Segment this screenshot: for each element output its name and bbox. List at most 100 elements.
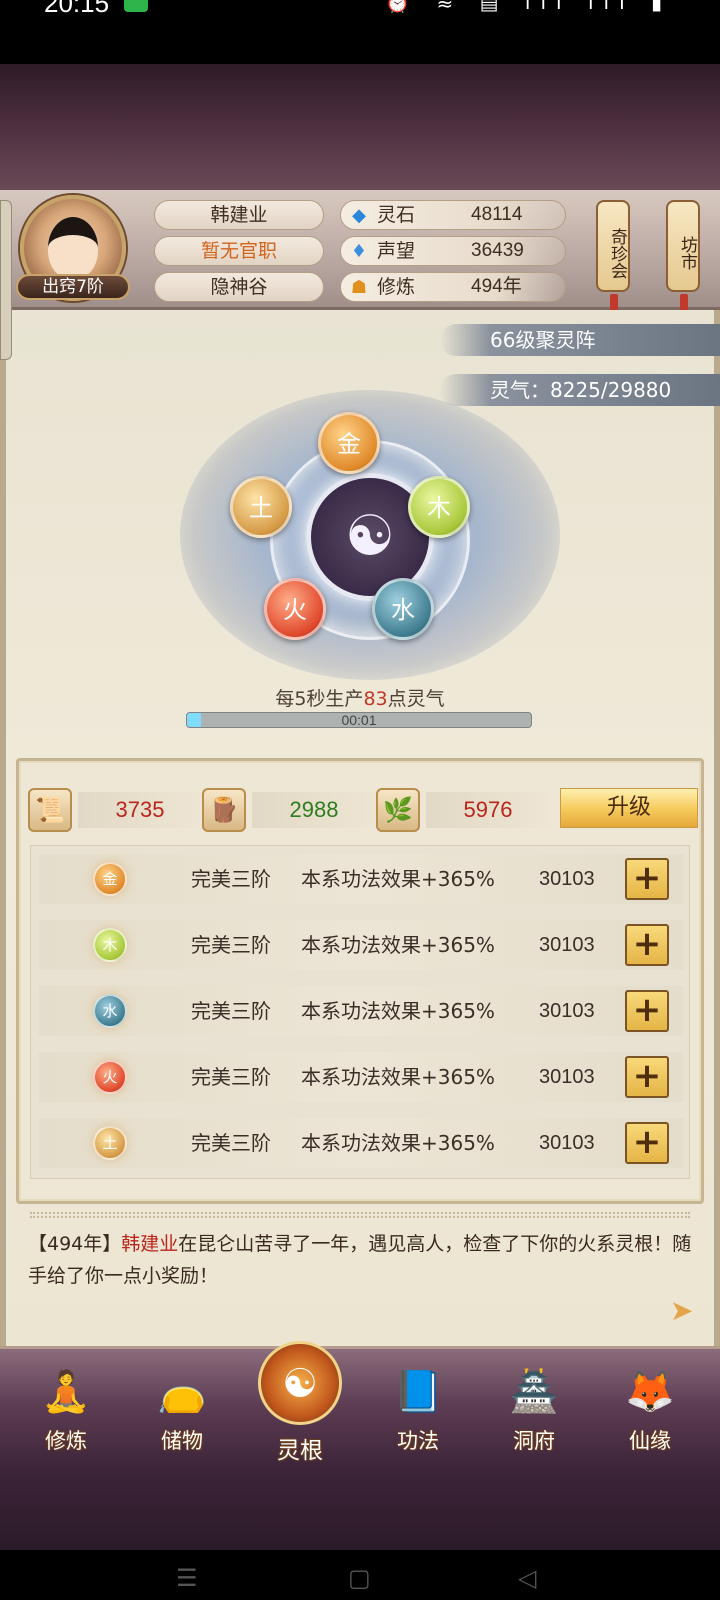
cultivation-icon: 🧘 [41,1369,91,1415]
home-icon[interactable]: ▢ [348,1564,371,1592]
nav-cave-dwelling[interactable]: 🏯 洞府 [486,1355,582,1467]
production-prefix: 每5秒生产 [275,688,364,710]
wood-element-icon: 木 [93,928,127,962]
resource-value: 494年 [471,276,522,297]
root-effect: 本系功法效果+365% [301,1131,495,1155]
official-title[interactable]: 暂无官职 [154,236,324,266]
spirit-stone-icon: ◆ [352,205,366,226]
storage-bag-icon: 👝 [157,1369,207,1415]
bottom-decor-band [0,1470,720,1550]
spirit-gathering-array[interactable]: ☯ 金 木 水 火 土 [120,380,620,690]
spirit-root-row-gold: 金 完美三阶 本系功法效果+365% 30103 + [39,854,683,904]
avatar-face [48,217,98,279]
spirit-root-list: 金 完美三阶 本系功法效果+365% 30103 + 木 完美三阶 本系功法效果… [30,845,690,1179]
spirit-root-row-wood: 木 完美三阶 本系功法效果+365% 30103 + [39,920,683,970]
add-water-root-button[interactable]: + [625,990,669,1032]
side-drawer-handle[interactable] [0,200,12,360]
treasure-auction-label: 奇珍会 [607,227,627,279]
root-level: 完美三阶 [191,999,271,1023]
earth-element-orb[interactable]: 土 [230,476,292,538]
earth-element-icon: 土 [93,1126,127,1160]
root-level: 完美三阶 [191,1131,271,1155]
resource-value: 48114 [471,204,523,225]
root-effect: 本系功法效果+365% [301,1065,495,1089]
meditation-icon: ☗ [350,277,368,298]
spirit-root-row-earth: 土 完美三阶 本系功法效果+365% 30103 + [39,1118,683,1168]
cave-dwelling-icon: 🏯 [509,1369,559,1415]
root-upgrade-cost: 30103 [539,1132,595,1154]
top-decor-band [0,64,720,192]
root-effect: 本系功法效果+365% [301,933,495,957]
wood-element-orb[interactable]: 木 [408,476,470,538]
add-wood-root-button[interactable]: + [625,924,669,966]
nav-fortune[interactable]: 🦊 仙缘 [602,1355,698,1467]
resource-label: 修炼 [377,276,416,298]
production-suffix: 点灵气 [387,688,445,710]
manual-book-icon: 📘 [393,1369,443,1415]
resource-spirit-stone: ◆ 灵石 48114 [340,200,566,230]
nav-label: 灵根 [277,1438,323,1464]
gold-element-icon: 金 [93,862,127,896]
nav-label: 洞府 [513,1429,555,1453]
reputation-icon: ♦ [350,241,368,262]
formation-level-banner: 66级聚灵阵 [440,324,720,356]
status-bar: 20:15 ⏰ ≋ ▤ ıll ıll ▮ [0,0,720,18]
player-name: 韩建业 [154,200,324,230]
event-log: 【494年】韩建业在昆仑山苦寻了一年，遇见高人，检查了下你的火系灵根！随手给了你… [28,1228,692,1292]
root-effect: 本系功法效果+365% [301,867,495,891]
fire-element-icon: 火 [93,1060,127,1094]
root-upgrade-cost: 30103 [539,1066,595,1088]
fortune-icon: 🦊 [625,1369,675,1415]
add-gold-root-button[interactable]: + [625,858,669,900]
market-button[interactable]: 坊市 [666,200,700,316]
resource-cultivation-years: ☗ 修炼 494年 [340,272,566,302]
log-player-name: 韩建业 [121,1233,179,1255]
material-count: 2988 [252,792,376,828]
nav-label: 修炼 [45,1429,87,1453]
water-element-icon: 水 [93,994,127,1028]
add-earth-root-button[interactable]: + [625,1122,669,1164]
nav-cultivation[interactable]: 🧘 修炼 [18,1355,114,1467]
log-year: 【494年】 [28,1233,122,1255]
sect-name: 隐神谷 [154,272,324,302]
production-rate-text: 每5秒生产83点灵气 [0,684,720,711]
wood-log-icon[interactable]: 🪵 [202,788,246,832]
upgrade-button[interactable]: 升级 [560,788,698,828]
resource-value: 36439 [471,240,524,261]
resource-reputation: ♦ 声望 36439 [340,236,566,266]
notification-app-icon [124,0,148,12]
nav-techniques[interactable]: 📘 功法 [370,1355,466,1467]
nav-spirit-root[interactable]: ☯ 灵根 [252,1341,348,1467]
player-header: 出窍7阶 韩建业 暂无官职 隐神谷 ◆ 灵石 48114 ♦ 声望 36439 … [0,190,720,316]
add-fire-root-button[interactable]: + [625,1056,669,1098]
spirit-root-row-water: 水 完美三阶 本系功法效果+365% 30103 + [39,986,683,1036]
next-arrow-icon[interactable]: ➤ [670,1296,700,1326]
root-level: 完美三阶 [191,933,271,957]
status-spacer [0,16,720,64]
treasure-auction-button[interactable]: 奇珍会 [596,200,630,316]
nav-label: 功法 [397,1429,439,1453]
resource-label: 灵石 [377,204,416,226]
herb-icon[interactable]: 🌿 [376,788,420,832]
material-count: 3735 [78,792,202,828]
root-effect: 本系功法效果+365% [301,999,495,1023]
fire-element-orb[interactable]: 火 [264,578,326,640]
scroll-icon[interactable]: 📜 [28,788,72,832]
bottom-navigation: 🧘 修炼 👝 储物 ☯ 灵根 📘 功法 🏯 洞府 🦊 仙缘 [0,1341,720,1470]
water-element-orb[interactable]: 水 [372,578,434,640]
system-navigation-bar: ☰ ▢ ◁ [0,1550,720,1600]
nav-label: 储物 [161,1429,203,1453]
production-timer: 00:01 [341,712,377,728]
market-label: 坊市 [677,236,697,270]
root-level: 完美三阶 [191,1065,271,1089]
menu-icon[interactable]: ☰ [176,1564,198,1592]
nav-storage[interactable]: 👝 储物 [134,1355,230,1467]
cultivation-rank-badge: 出窍7阶 [16,274,130,300]
root-upgrade-cost: 30103 [539,1000,595,1022]
gold-element-orb[interactable]: 金 [318,412,380,474]
root-upgrade-cost: 30103 [539,868,595,890]
nav-label: 仙缘 [629,1429,671,1453]
back-icon[interactable]: ◁ [518,1564,536,1592]
root-level: 完美三阶 [191,867,271,891]
production-amount: 83 [363,688,388,710]
